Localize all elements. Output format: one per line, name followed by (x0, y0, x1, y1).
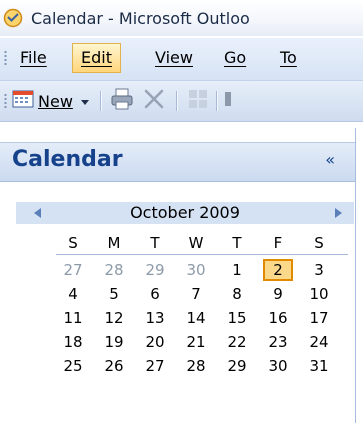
calendar-new-icon (12, 89, 34, 113)
calendar-day[interactable]: 8 (222, 283, 252, 305)
weekday-label: S (68, 234, 78, 252)
view-button[interactable] (187, 89, 209, 113)
calendar-day[interactable]: 24 (304, 331, 334, 353)
window-title: Calendar - Microsoft Outloo (31, 8, 250, 28)
grid-view-icon (187, 88, 209, 114)
title-bar: Calendar - Microsoft Outloo (0, 0, 363, 36)
calendar-day[interactable]: 5 (99, 283, 129, 305)
calendar-day[interactable]: 3 (304, 259, 334, 281)
calendar-day[interactable]: 16 (263, 307, 293, 329)
calendar-day[interactable]: 6 (140, 283, 170, 305)
collapse-chevron-icon[interactable]: « (325, 150, 335, 169)
nav-pane-title: Calendar (12, 147, 123, 172)
calendar-day[interactable]: 28 (181, 355, 211, 377)
calendar-day[interactable]: 31 (304, 355, 334, 377)
calendar-day[interactable]: 21 (181, 331, 211, 353)
calendar-day[interactable]: 20 (140, 331, 170, 353)
calendar-day[interactable]: 17 (304, 307, 334, 329)
weekday-header-row: SMTWTFS (58, 232, 348, 254)
calendar-day[interactable]: 15 (222, 307, 252, 329)
calendar-day[interactable]: 12 (99, 307, 129, 329)
calendar-day[interactable]: 30 (263, 355, 293, 377)
menu-tools[interactable]: To (272, 43, 305, 73)
outlook-app-icon[interactable] (3, 8, 23, 28)
menu-bar-grip[interactable] (4, 50, 7, 66)
weekday-divider (56, 254, 348, 255)
printer-icon (110, 88, 134, 114)
calendar-day[interactable]: 28 (99, 259, 129, 281)
new-dropdown-arrow[interactable] (80, 89, 90, 113)
weekday-label: T (232, 234, 242, 252)
calendar-day[interactable]: 22 (222, 331, 252, 353)
calendar-day[interactable]: 10 (304, 283, 334, 305)
calendar-day[interactable]: 29 (140, 259, 170, 281)
calendar-day[interactable]: 27 (140, 355, 170, 377)
calendar-day[interactable]: 19 (99, 331, 129, 353)
calendar-day[interactable]: 13 (140, 307, 170, 329)
calendar-day[interactable]: 9 (263, 283, 293, 305)
print-button[interactable] (110, 88, 134, 114)
calendar-day[interactable]: 14 (181, 307, 211, 329)
calendar-day[interactable]: 7 (181, 283, 211, 305)
weekday-label: M (107, 234, 121, 252)
calendar-day[interactable]: 27 (58, 259, 88, 281)
toolbar-separator (216, 91, 217, 111)
calendar-day[interactable]: 26 (99, 355, 129, 377)
new-button[interactable]: New (12, 89, 73, 113)
calendar-day[interactable]: 23 (263, 331, 293, 353)
toolbar-separator (100, 91, 101, 111)
calendar-day[interactable]: 4 (58, 283, 88, 305)
weekday-label: T (150, 234, 160, 252)
menu-file[interactable]: File (12, 43, 55, 73)
menu-go[interactable]: Go (216, 43, 254, 73)
calendar-day[interactable]: 1 (222, 259, 252, 281)
calendar-day[interactable]: 30 (181, 259, 211, 281)
calendar-day[interactable]: 29 (222, 355, 252, 377)
weekday-label: W (188, 234, 204, 252)
toolbar-grip[interactable] (4, 93, 7, 109)
toolbar-separator (176, 91, 177, 111)
chevron-down-icon (80, 92, 90, 111)
date-navigator-header: October 2009 (16, 202, 354, 224)
navigation-pane-header: Calendar « (0, 142, 355, 182)
weekday-label: F (273, 234, 283, 252)
new-button-label: New (38, 91, 73, 111)
month-label: October 2009 (130, 203, 240, 222)
next-month-icon[interactable] (335, 208, 342, 218)
calendar-day[interactable]: 25 (58, 355, 88, 377)
menu-bar: File Edit View Go To (0, 38, 363, 81)
calendar-day[interactable]: 11 (58, 307, 88, 329)
menu-edit[interactable]: Edit (72, 43, 121, 73)
menu-view[interactable]: View (147, 43, 201, 73)
standard-toolbar: New (0, 81, 363, 122)
calendar-day-today[interactable]: 2 (263, 259, 293, 281)
navigation-pane: Calendar « October 2009 SMTWTFS 27 28 29 30… (0, 128, 356, 423)
delete-x-icon (143, 88, 165, 114)
delete-button[interactable] (143, 89, 165, 113)
calendar-day[interactable]: 18 (58, 331, 88, 353)
toolbar-next-button[interactable] (224, 89, 234, 113)
partial-icon (224, 88, 234, 114)
weekday-label: S (314, 234, 324, 252)
